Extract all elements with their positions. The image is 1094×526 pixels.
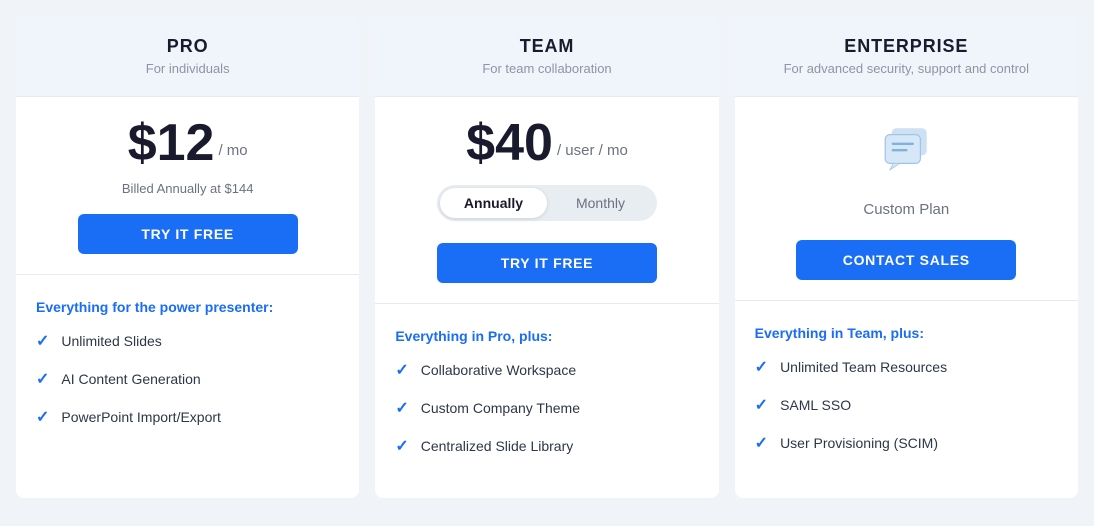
- pricing-container: PRO For individuals $12 / mo Billed Annu…: [0, 0, 1094, 514]
- feature-item: ✓ Unlimited Slides: [36, 331, 339, 351]
- plan-card-enterprise: ENTERPRISE For advanced security, suppor…: [735, 16, 1078, 498]
- check-icon: ✓: [755, 357, 768, 377]
- feature-item: ✓ AI Content Generation: [36, 369, 339, 389]
- feature-label: Collaborative Workspace: [421, 362, 576, 378]
- plan-features-team: Everything in Pro, plus: ✓ Collaborative…: [375, 304, 718, 498]
- check-icon: ✓: [755, 433, 768, 453]
- feature-item: ✓ SAML SSO: [755, 395, 1058, 415]
- feature-label: AI Content Generation: [61, 371, 200, 387]
- price-amount-pro: $12: [128, 117, 215, 169]
- plan-card-pro: PRO For individuals $12 / mo Billed Annu…: [16, 16, 359, 498]
- price-amount-team: $40: [466, 117, 553, 169]
- feature-item: ✓ Custom Company Theme: [395, 398, 698, 418]
- plan-desc-team: For team collaboration: [391, 61, 702, 76]
- plan-name-pro: PRO: [32, 36, 343, 57]
- check-icon: ✓: [36, 369, 49, 389]
- feature-label: Centralized Slide Library: [421, 438, 574, 454]
- plan-pricing-enterprise: Custom Plan CONTACT SALES: [735, 97, 1078, 301]
- feature-label: Custom Company Theme: [421, 400, 580, 416]
- feature-label: User Provisioning (SCIM): [780, 435, 938, 451]
- feature-item: ✓ PowerPoint Import/Export: [36, 407, 339, 427]
- features-heading-team: Everything in Pro, plus:: [395, 328, 698, 344]
- billing-toggle: Annually Monthly: [437, 185, 657, 221]
- plan-header-team: TEAM For team collaboration: [375, 16, 718, 97]
- cta-button-pro[interactable]: TRY IT FREE: [78, 214, 298, 254]
- plan-features-enterprise: Everything in Team, plus: ✓ Unlimited Te…: [735, 301, 1078, 498]
- feature-label: Unlimited Team Resources: [780, 359, 947, 375]
- check-icon: ✓: [36, 407, 49, 427]
- check-icon: ✓: [395, 360, 408, 380]
- plan-name-team: TEAM: [391, 36, 702, 57]
- features-heading-enterprise: Everything in Team, plus:: [755, 325, 1058, 341]
- feature-label: SAML SSO: [780, 397, 851, 413]
- plan-header-enterprise: ENTERPRISE For advanced security, suppor…: [735, 16, 1078, 97]
- toggle-monthly[interactable]: Monthly: [547, 188, 654, 218]
- plan-desc-pro: For individuals: [32, 61, 343, 76]
- plan-name-enterprise: ENTERPRISE: [751, 36, 1062, 57]
- feature-item: ✓ Collaborative Workspace: [395, 360, 698, 380]
- feature-item: ✓ Centralized Slide Library: [395, 436, 698, 456]
- enterprise-icon-wrap: [874, 117, 938, 181]
- plan-header-pro: PRO For individuals: [16, 16, 359, 97]
- billed-note-pro: Billed Annually at $144: [122, 181, 254, 196]
- toggle-annually[interactable]: Annually: [440, 188, 547, 218]
- plan-pricing-pro: $12 / mo Billed Annually at $144 TRY IT …: [16, 97, 359, 275]
- plan-pricing-team: $40 / user / mo Annually Monthly TRY IT …: [375, 97, 718, 304]
- custom-plan-label: Custom Plan: [863, 201, 949, 218]
- feature-label: PowerPoint Import/Export: [61, 409, 221, 425]
- check-icon: ✓: [36, 331, 49, 351]
- price-main-team: $40 / user / mo: [466, 117, 628, 169]
- check-icon: ✓: [755, 395, 768, 415]
- feature-item: ✓ Unlimited Team Resources: [755, 357, 1058, 377]
- feature-label: Unlimited Slides: [61, 333, 161, 349]
- feature-item: ✓ User Provisioning (SCIM): [755, 433, 1058, 453]
- plan-features-pro: Everything for the power presenter: ✓ Un…: [16, 275, 359, 498]
- cta-button-team[interactable]: TRY IT FREE: [437, 243, 657, 283]
- features-heading-pro: Everything for the power presenter:: [36, 299, 339, 315]
- check-icon: ✓: [395, 436, 408, 456]
- chat-icon: [874, 117, 938, 181]
- price-unit-pro: / mo: [218, 142, 247, 159]
- price-unit-team: / user / mo: [557, 142, 628, 159]
- price-main-pro: $12 / mo: [128, 117, 248, 169]
- plan-desc-enterprise: For advanced security, support and contr…: [751, 61, 1062, 76]
- check-icon: ✓: [395, 398, 408, 418]
- cta-button-enterprise[interactable]: CONTACT SALES: [796, 240, 1016, 280]
- plan-card-team: TEAM For team collaboration $40 / user /…: [375, 16, 718, 498]
